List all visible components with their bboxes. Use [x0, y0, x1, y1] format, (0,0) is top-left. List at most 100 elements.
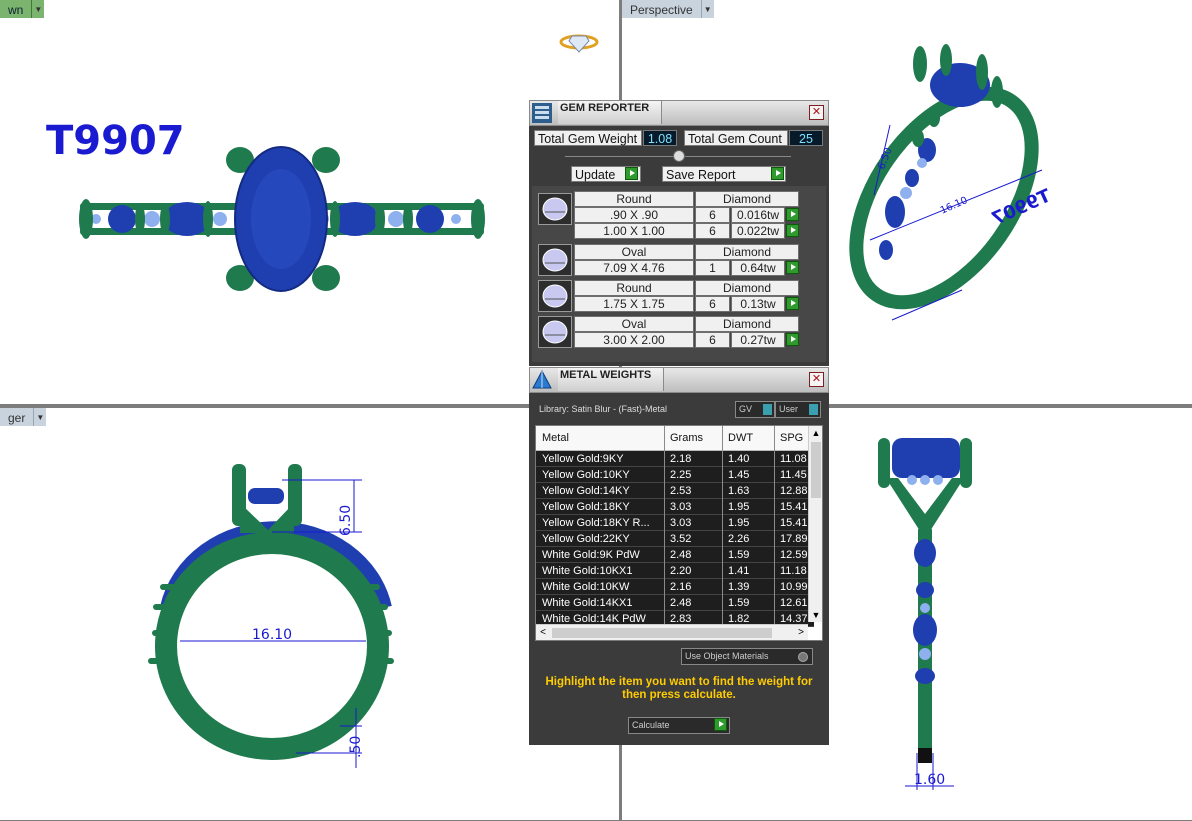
gem-select-arrow-icon[interactable]	[786, 224, 799, 237]
table-row[interactable]: White Gold:9K PdW 2.48 1.59 12.59	[536, 547, 814, 563]
gem-thumbnail	[538, 280, 572, 312]
user-toggle[interactable]: User	[775, 401, 821, 418]
gem-shape: Oval	[574, 316, 694, 332]
table-cell: White Gold:14KX1	[542, 597, 633, 609]
table-row[interactable]: Yellow Gold:22KY 3.52 2.26 17.89	[536, 531, 814, 547]
viewport-top-left[interactable]: wn ▼ T9907	[0, 0, 619, 404]
gem-material: Diamond	[695, 244, 799, 260]
table-cell: 2.48	[670, 597, 692, 609]
total-gem-weight-value: 1.08	[643, 130, 677, 146]
gem-count: 1	[695, 260, 730, 276]
table-row[interactable]: White Gold:10KX1 2.20 1.41 11.18	[536, 563, 814, 579]
gem-weight: 0.64tw	[731, 260, 785, 276]
table-cell: 2.53	[670, 485, 692, 497]
scroll-thumb[interactable]	[811, 442, 821, 498]
hint-text: Highlight the item you want to find the …	[545, 676, 813, 701]
column-header[interactable]: Metal	[542, 432, 569, 444]
gem-material: Diamond	[695, 280, 799, 296]
scroll-up-icon[interactable]: ▲	[809, 426, 822, 440]
table-cell: White Gold:9K PdW	[542, 549, 640, 561]
table-row[interactable]: Yellow Gold:18KY R... 3.03 1.95 15.41	[536, 515, 814, 531]
table-cell: White Gold:10KW	[542, 581, 630, 593]
gem-select-arrow-icon[interactable]	[786, 208, 799, 221]
gem-reporter-panel[interactable]: GEM REPORTER ✕ Total Gem Weight 1.08 Tot…	[529, 100, 829, 366]
horizontal-scrollbar[interactable]: < >	[536, 624, 808, 640]
table-cell: Yellow Gold:10KY	[542, 469, 630, 481]
gem-report-icon	[532, 103, 552, 123]
ring-thumbnail-icon	[559, 34, 599, 53]
column-header[interactable]: Grams	[670, 432, 703, 444]
gem-count: 6	[695, 223, 730, 239]
gv-toggle[interactable]: GV	[735, 401, 775, 418]
table-cell: 1.45	[728, 469, 750, 481]
save-report-button-label: Save Report	[666, 168, 736, 182]
table-cell: 1.59	[728, 597, 750, 609]
table-row[interactable]: Yellow Gold:9KY 2.18 1.40 11.08	[536, 451, 814, 467]
gem-thumbnail	[538, 193, 572, 225]
close-icon[interactable]: ✕	[809, 105, 824, 120]
ring-top-view: T9907	[46, 34, 599, 292]
gem-group[interactable]: Oval Diamond 3.00 X 2.00 6 0.27tw	[538, 316, 800, 350]
model-label: T9907	[46, 118, 185, 164]
gem-size: .90 X .90	[574, 207, 694, 223]
gem-group[interactable]: Round Diamond .90 X .90 6 0.016tw 1.00 X…	[538, 191, 800, 241]
metal-table[interactable]: Metal Grams DWT SPG Yellow Gold:9KY 2.18 1…	[535, 425, 823, 641]
table-cell: 1.63	[728, 485, 750, 497]
column-divider[interactable]	[774, 426, 775, 626]
persp-dim-width: 16.10	[939, 195, 970, 217]
close-icon[interactable]: ✕	[809, 372, 824, 387]
column-divider[interactable]	[722, 426, 723, 626]
gem-count: 6	[695, 296, 730, 312]
column-header[interactable]: DWT	[728, 432, 753, 444]
gem-thumbnail	[538, 244, 572, 276]
toggle-icon	[809, 404, 818, 415]
table-row[interactable]: White Gold:14KX1 2.48 1.59 12.61	[536, 595, 814, 611]
save-report-button[interactable]: Save Report	[662, 166, 786, 182]
library-label: Library: Satin Blur - (Fast)-Metal	[539, 404, 668, 414]
radio-icon	[798, 652, 808, 662]
use-object-materials-label: Use Object Materials	[685, 651, 769, 661]
gem-size: 7.09 X 4.76	[574, 260, 694, 276]
toggle-icon	[763, 404, 772, 415]
scroll-right-icon[interactable]: >	[794, 625, 808, 640]
table-cell: Yellow Gold:22KY	[542, 533, 630, 545]
column-divider[interactable]	[664, 426, 665, 626]
gem-reporter-titlebar[interactable]: GEM REPORTER ✕	[529, 100, 829, 126]
metal-weights-titlebar[interactable]: METAL WEIGHTS ✕	[529, 367, 829, 393]
gem-weight: 0.016tw	[731, 207, 785, 223]
metal-weights-panel[interactable]: METAL WEIGHTS ✕ Library: Satin Blur - (F…	[529, 367, 829, 745]
gem-select-arrow-icon[interactable]	[786, 333, 799, 346]
table-row[interactable]: Yellow Gold:10KY 2.25 1.45 11.45	[536, 467, 814, 483]
table-row[interactable]: Yellow Gold:18KY 3.03 1.95 15.41	[536, 499, 814, 515]
splitter-handle-icon[interactable]	[673, 150, 685, 162]
gem-weight: 0.13tw	[731, 296, 785, 312]
table-cell: Yellow Gold:18KY	[542, 501, 630, 513]
total-gem-count-label: Total Gem Count	[684, 130, 788, 146]
vertical-scrollbar[interactable]: ▲ ▼	[808, 426, 822, 622]
column-header[interactable]: SPG	[780, 432, 803, 444]
scroll-thumb[interactable]	[552, 628, 772, 638]
table-row[interactable]: White Gold:10KW 2.16 1.39 10.99	[536, 579, 814, 595]
scroll-left-icon[interactable]: <	[536, 625, 550, 640]
table-cell: 2.16	[670, 581, 692, 593]
gv-label: GV	[739, 404, 753, 414]
table-cell: 1.41	[728, 565, 750, 577]
calculate-arrow-icon[interactable]	[714, 718, 727, 731]
gem-select-arrow-icon[interactable]	[786, 297, 799, 310]
calculate-label: Calculate	[632, 720, 670, 730]
use-object-materials-toggle[interactable]: Use Object Materials	[681, 648, 813, 665]
table-cell: 2.20	[670, 565, 692, 577]
gem-count: 6	[695, 207, 730, 223]
update-arrow-icon[interactable]	[625, 167, 638, 180]
gem-group[interactable]: Round Diamond 1.75 X 1.75 6 0.13tw	[538, 280, 800, 314]
gem-size: 1.75 X 1.75	[574, 296, 694, 312]
scroll-down-icon[interactable]: ▼	[809, 608, 822, 622]
gem-shape: Round	[574, 191, 694, 207]
metal-table-header: Metal Grams DWT SPG	[536, 426, 814, 451]
table-row[interactable]: Yellow Gold:14KY 2.53 1.63 12.88	[536, 483, 814, 499]
gem-select-arrow-icon[interactable]	[786, 261, 799, 274]
save-report-arrow-icon[interactable]	[771, 167, 784, 180]
gem-group[interactable]: Oval Diamond 7.09 X 4.76 1 0.64tw	[538, 244, 800, 278]
viewport-side[interactable]: ger ▼ 6.50 16.10 .50	[0, 408, 619, 820]
table-cell: 3.03	[670, 501, 692, 513]
